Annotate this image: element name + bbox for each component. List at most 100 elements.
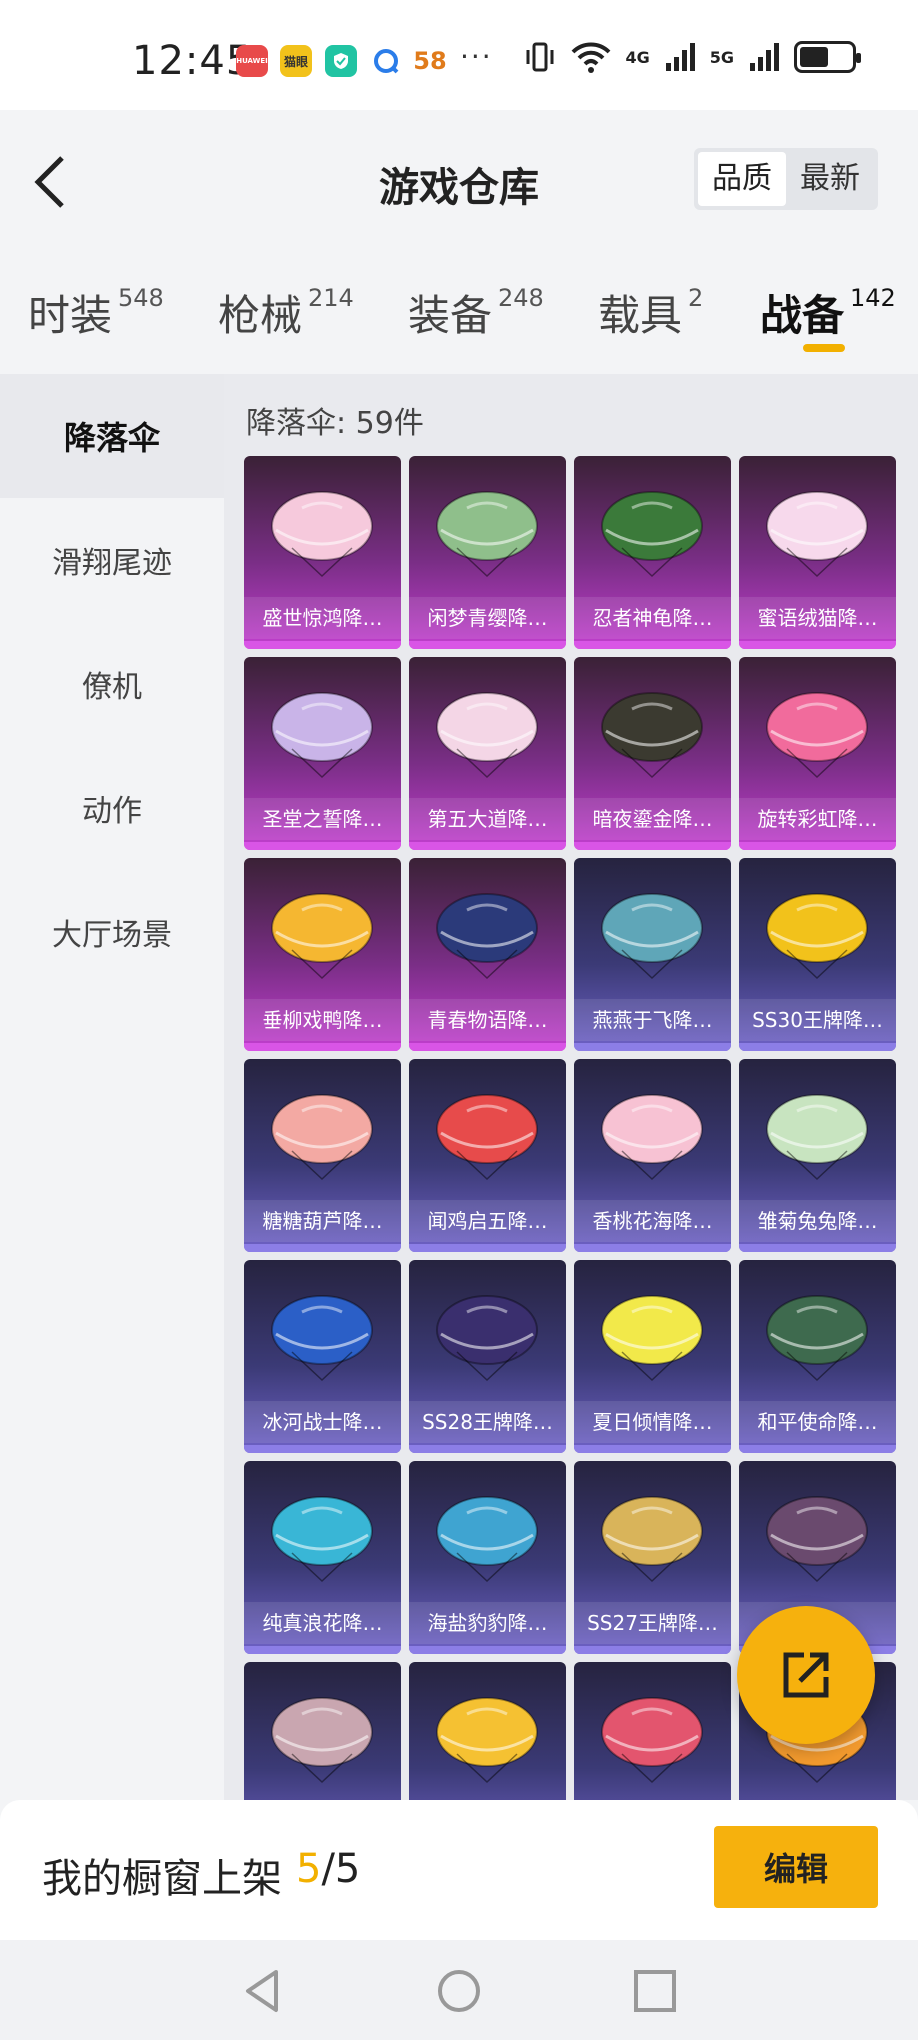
maoyan-app-icon: 猫眼 [280,45,312,77]
sidebar-item-emote[interactable]: 动作 [0,746,224,870]
item-name: 第五大道降… [409,798,566,840]
item-name: 垂柳戏鸭降… [244,999,401,1041]
sort-newest-button[interactable]: 最新 [786,152,874,206]
parachute-item-card[interactable]: 盛世惊鸿降… [244,456,401,649]
parachute-item-card[interactable]: 纯真浪花降… [244,1461,401,1654]
sidebar-item-parachute[interactable]: 降落伞 [0,374,224,498]
parachute-image [766,1295,868,1382]
showcase-total: /5 [321,1846,361,1892]
rarity-bar [409,1646,566,1654]
sidebar-item-glide-trail[interactable]: 滑翔尾迹 [0,498,224,622]
sidebar: 降落伞 滑翔尾迹 僚机 动作 大厅场景 [0,374,224,1800]
parachute-item-card[interactable]: 蜜语绒猫降… [739,456,896,649]
parachute-image [766,491,868,578]
tab-fashion[interactable]: 时装 548 [28,282,164,343]
tab-vehicles[interactable]: 载具 2 [598,282,703,343]
parachute-item-card[interactable]: 第五大道降… [409,657,566,850]
tab-count: 142 [850,284,896,312]
parachute-item-card[interactable]: 海盐豹豹降… [409,1461,566,1654]
battery-icon [794,41,861,73]
edit-button[interactable]: 编辑 [714,1826,878,1908]
parachute-item-card[interactable]: 燕燕于飞降… [574,858,731,1051]
rarity-bar [244,842,401,850]
parachute-item-card[interactable]: 闲梦青缨降… [409,456,566,649]
parachute-item-card[interactable]: SS27王牌降… [574,1461,731,1654]
parachute-image [436,1697,538,1784]
rarity-bar [574,641,731,649]
parachute-image [436,1295,538,1382]
rarity-bar [409,842,566,850]
status-time: 12:45 [132,38,253,84]
parachute-item-card[interactable]: 和平使命降… [739,1260,896,1453]
item-name: 雏菊兔兔降… [739,1200,896,1242]
showcase-label: 我的橱窗上架 [42,1856,282,1902]
tab-label: 时装 [28,291,113,340]
parachute-image [766,1496,868,1583]
active-tab-indicator [803,344,845,352]
rarity-bar [574,1445,731,1453]
parachute-image [436,692,538,779]
signal-5g-label: 5G [709,47,734,67]
parachute-item-card[interactable]: 冰河战士降… [244,1260,401,1453]
nav-home-icon[interactable] [432,1964,486,2018]
browser-app-icon [370,45,402,77]
tab-weapons[interactable]: 枪械 214 [218,282,354,343]
tab-combat-gear[interactable]: 战备 142 [760,282,896,343]
parachute-image [601,491,703,578]
rarity-bar [739,842,896,850]
parachute-item-card[interactable]: 垂柳戏鸭降… [244,858,401,1051]
sidebar-item-lobby-scene[interactable]: 大厅场景 [0,870,224,994]
parachute-item-card[interactable]: 夏日倾情降… [574,1260,731,1453]
item-name: SS27王牌降… [574,1602,731,1644]
rarity-bar [244,1646,401,1654]
sidebar-item-wingman[interactable]: 僚机 [0,622,224,746]
parachute-item-card[interactable]: 青春物语降… [409,858,566,1051]
rarity-bar [244,1244,401,1252]
rarity-bar [409,641,566,649]
share-button[interactable] [737,1606,875,1744]
showcase-count: 5/5 [296,1846,360,1892]
rarity-bar [739,641,896,649]
item-name: SS28王牌降… [409,1401,566,1443]
parachute-image [271,1697,373,1784]
category-tabs: 时装 548 枪械 214 装备 248 载具 2 战备 142 [0,250,918,374]
item-panel: 降落伞: 59件 盛世惊鸿降… 闲梦青缨降… 忍者神龟降… 蜜语绒猫降… 圣堂之誓降… 第… [224,374,918,1800]
parachute-image [436,491,538,578]
system-status-icons: 4G 5G [523,40,861,74]
showcase-current: 5 [296,1846,322,1892]
parachute-image [601,1697,703,1784]
rarity-bar [574,1244,731,1252]
parachute-item-card[interactable] [574,1662,731,1800]
parachute-item-card[interactable]: 雏菊兔兔降… [739,1059,896,1252]
tab-count: 248 [498,284,544,312]
parachute-item-card[interactable]: 旋转彩虹降… [739,657,896,850]
nav-recents-icon[interactable] [628,1964,682,2018]
rarity-bar [574,1043,731,1051]
status-bar: 12:45 HUAWEI 猫眼 58 ··· 4G 5G [0,0,918,110]
parachute-item-card[interactable]: 糖糖葫芦降… [244,1059,401,1252]
parachute-item-card[interactable]: 香桃花海降… [574,1059,731,1252]
parachute-item-card[interactable]: 圣堂之誓降… [244,657,401,850]
parachute-item-card[interactable]: 忍者神龟降… [574,456,731,649]
item-name: 海盐豹豹降… [409,1602,566,1644]
tab-equipment[interactable]: 装备 248 [408,282,544,343]
huawei-app-icon: HUAWEI [236,45,268,77]
tab-count: 214 [308,284,354,312]
parachute-item-card[interactable]: SS28王牌降… [409,1260,566,1453]
parachute-item-card[interactable]: SS30王牌降… [739,858,896,1051]
share-icon [783,1652,829,1698]
parachute-image [271,692,373,779]
parachute-image [436,1094,538,1181]
nav-back-icon[interactable] [236,1964,290,2018]
sort-quality-button[interactable]: 品质 [698,152,786,206]
parachute-item-card[interactable] [244,1662,401,1800]
parachute-item-card[interactable]: 暗夜鎏金降… [574,657,731,850]
parachute-item-card[interactable]: 闻鸡启五降… [409,1059,566,1252]
item-name: 和平使命降… [739,1401,896,1443]
sort-toggle: 品质 最新 [694,148,878,210]
rarity-bar [574,1646,731,1654]
shield-app-icon [325,45,357,77]
rarity-bar [409,1244,566,1252]
item-name: 旋转彩虹降… [739,798,896,840]
parachute-item-card[interactable] [409,1662,566,1800]
